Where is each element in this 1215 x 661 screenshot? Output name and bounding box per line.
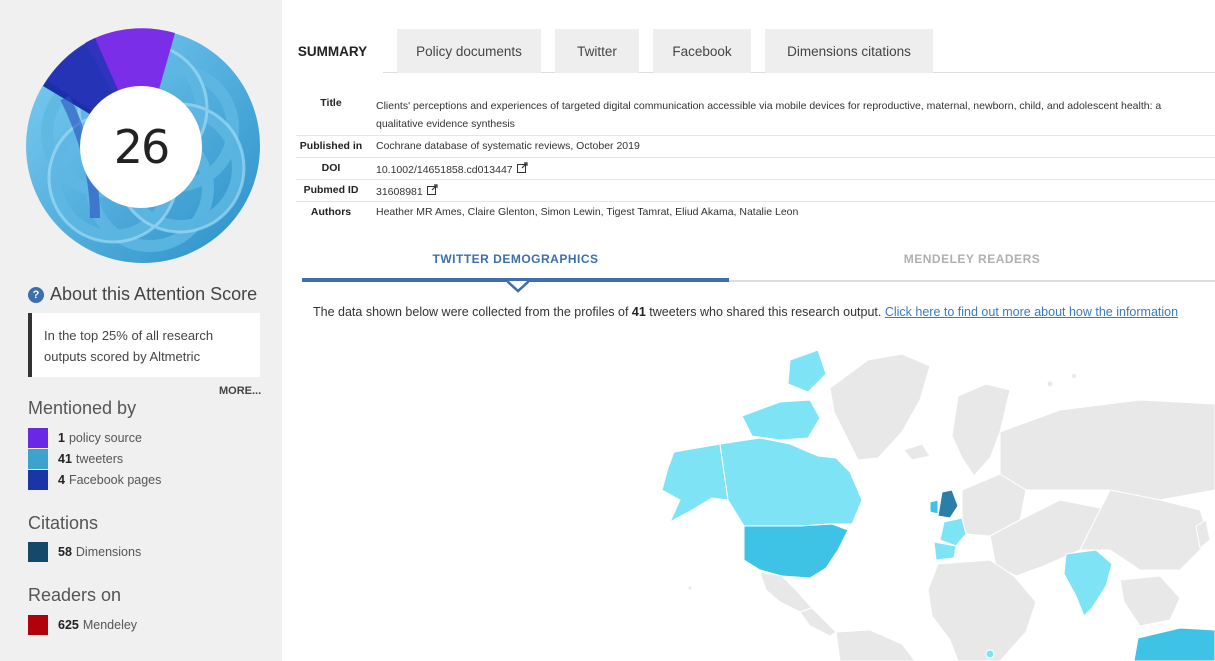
policy-label: policy source [68, 431, 142, 445]
reader-row-mendeley[interactable]: 625 Mendeley [28, 615, 137, 635]
citation-row-dimensions[interactable]: 58 Dimensions [28, 542, 141, 562]
doi-row: DOI 10.1002/14651858.cd013447 [296, 158, 1215, 180]
doi-link[interactable]: 10.1002/14651858.cd013447 [376, 164, 513, 176]
map-island [1071, 373, 1077, 379]
map-island [985, 649, 995, 659]
map-canada[interactable] [719, 437, 863, 527]
title-line-1: Clients' perceptions and experiences of … [376, 100, 1162, 112]
external-link-icon[interactable] [516, 162, 528, 173]
policy-count: 1 [58, 431, 65, 445]
map-central-america[interactable] [799, 607, 837, 637]
facebook-count: 4 [58, 473, 65, 487]
doi-label: DOI [321, 162, 341, 174]
sidebar: 26 ? About this Attention Score In the t… [0, 0, 282, 661]
map-india[interactable] [1063, 549, 1113, 617]
map-france[interactable] [939, 517, 967, 547]
mendeley-label: Mendeley [82, 618, 138, 632]
tab-policy-documents[interactable]: Policy documents [397, 29, 541, 73]
pubmed-link[interactable]: 31608981 [376, 186, 423, 198]
authors-value: Heather MR Ames, Claire Glenton, Simon L… [376, 206, 799, 218]
pubmed-label: Pubmed ID [303, 184, 359, 196]
map-canada-islands-2[interactable] [787, 349, 827, 393]
dimensions-count: 58 [58, 545, 72, 559]
published-value: Cochrane database of systematic reviews,… [376, 140, 640, 152]
altmetric-donut[interactable]: 26 [25, 28, 261, 264]
published-row: Published in Cochrane database of system… [296, 136, 1215, 158]
desc-count: 41 [631, 305, 646, 319]
caret-down-icon [507, 281, 529, 293]
pubmed-value-wrap: 31608981 [376, 180, 1215, 198]
map-iceland[interactable] [903, 443, 931, 461]
authors-row: Authors Heather MR Ames, Claire Glenton,… [296, 202, 1215, 224]
policy-swatch [28, 428, 48, 448]
tweeters-label: tweeters [75, 452, 124, 466]
map-russia[interactable] [999, 399, 1215, 501]
dimensions-swatch [28, 542, 48, 562]
tweeters-count: 41 [58, 452, 72, 466]
score-context-box: In the top 25% of all research outputs s… [28, 313, 260, 377]
map-canada-islands[interactable] [741, 399, 821, 441]
question-icon: ? [28, 286, 44, 303]
map-island [687, 585, 693, 591]
more-link[interactable]: MORE... [219, 385, 261, 397]
facebook-swatch [28, 470, 48, 490]
map-uk[interactable] [937, 489, 959, 519]
mentioned-by-title: Mentioned by [28, 398, 137, 418]
tab-summary[interactable]: SUMMARY [282, 29, 383, 73]
title-value: Clients' perceptions and experiences of … [376, 92, 1215, 133]
mendeley-swatch [28, 615, 48, 635]
pubmed-row: Pubmed ID 31608981 [296, 180, 1215, 202]
about-score-link[interactable]: ? About this Attention Score [28, 284, 257, 305]
map-south-america[interactable] [835, 629, 916, 661]
demographics-description: The data shown below were collected from… [313, 305, 1215, 319]
readers-title: Readers on [28, 585, 122, 605]
title-line-2: qualitative evidence synthesis [376, 118, 515, 130]
mention-row-policy[interactable]: 1 policy source [28, 428, 142, 448]
tab-twitter[interactable]: Twitter [555, 29, 639, 73]
tab-bar: SUMMARY Policy documents Twitter Faceboo… [282, 29, 947, 73]
about-score-title: About this Attention Score [50, 284, 258, 304]
desc-before: The data shown below were collected from… [313, 305, 632, 319]
desc-after: tweeters who shared this research output… [645, 305, 885, 319]
published-label: Published in [299, 140, 363, 152]
mention-row-tweeters[interactable]: 41 tweeters [28, 449, 123, 469]
tab-twitter-demographics[interactable]: TWITTER DEMOGRAPHICS [302, 247, 729, 266]
info-link[interactable]: Click here to find out more about how th… [885, 305, 1178, 319]
map-se-asia[interactable] [1119, 575, 1181, 627]
inactive-tab-underline [729, 280, 1215, 282]
tab-dimensions-citations[interactable]: Dimensions citations [765, 29, 933, 73]
map-island [1046, 380, 1054, 388]
attention-score: 26 [113, 120, 171, 174]
title-row: Title Clients' perceptions and experienc… [296, 92, 1215, 136]
mendeley-count: 625 [58, 618, 79, 632]
twitter-swatch [28, 449, 48, 469]
score-circle: 26 [80, 86, 202, 208]
map-greenland[interactable] [829, 353, 931, 461]
map-usa[interactable] [743, 523, 849, 579]
summary-table: Title Clients' perceptions and experienc… [296, 92, 1215, 224]
tab-mendeley-readers[interactable]: MENDELEY READERS [729, 247, 1215, 266]
world-map[interactable] [640, 340, 1215, 661]
doi-value-wrap: 10.1002/14651858.cd013447 [376, 158, 1215, 176]
external-link-icon[interactable] [426, 184, 438, 195]
tab-facebook[interactable]: Facebook [653, 29, 751, 73]
citations-title: Citations [28, 513, 99, 533]
facebook-label: Facebook pages [68, 473, 162, 487]
map-alaska[interactable] [661, 443, 729, 524]
title-label: Title [320, 97, 342, 109]
authors-label: Authors [310, 206, 352, 218]
map-australia[interactable] [1133, 627, 1215, 661]
mention-row-facebook[interactable]: 4 Facebook pages [28, 470, 161, 490]
dimensions-label: Dimensions [75, 545, 142, 559]
map-ireland[interactable] [929, 499, 939, 515]
